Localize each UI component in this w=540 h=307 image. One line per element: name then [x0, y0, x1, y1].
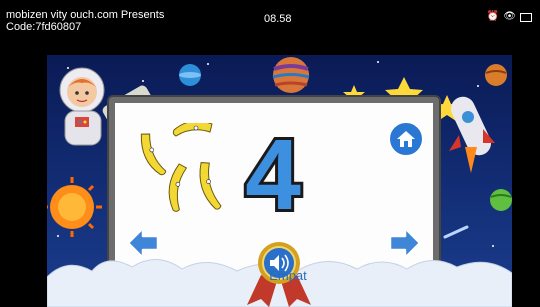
banana-icon [168, 163, 188, 212]
comet-icon [443, 225, 469, 239]
home-button[interactable] [388, 121, 424, 157]
recording-watermark: mobizen vity ouch.com Presents Code:7fd6… [6, 9, 164, 33]
prev-button[interactable] [125, 225, 161, 261]
status-time: 08.58 [264, 13, 292, 25]
banana-icon [140, 133, 167, 176]
home-icon [388, 121, 424, 157]
banana-icon [172, 123, 213, 137]
watermark-code: Code:7fd60807 [6, 21, 82, 33]
battery-icon [520, 13, 532, 22]
alarm-icon: ⏰ [486, 11, 500, 22]
watermark-text: mobizen vity ouch.com Presents [6, 9, 165, 21]
planet-blue-icon [179, 64, 201, 86]
planet-green-icon [490, 189, 512, 211]
banana-icon [199, 162, 222, 210]
rocket-icon [449, 96, 495, 173]
number-display: 4 [242, 127, 304, 217]
arrow-left-icon [126, 226, 160, 260]
eye-icon: 👁 [503, 11, 516, 22]
next-button[interactable] [387, 225, 423, 261]
planet-orange-icon [485, 64, 507, 86]
game-stage: 4 Empat [47, 55, 512, 307]
status-icons: ⏰ 👁 [487, 11, 532, 22]
banana-group [140, 123, 222, 212]
arrow-right-icon [388, 226, 422, 260]
planet-striped-icon [272, 57, 310, 93]
sun-icon [47, 177, 102, 237]
number-value: 4 [245, 127, 301, 217]
number-word: Empat [269, 268, 307, 283]
